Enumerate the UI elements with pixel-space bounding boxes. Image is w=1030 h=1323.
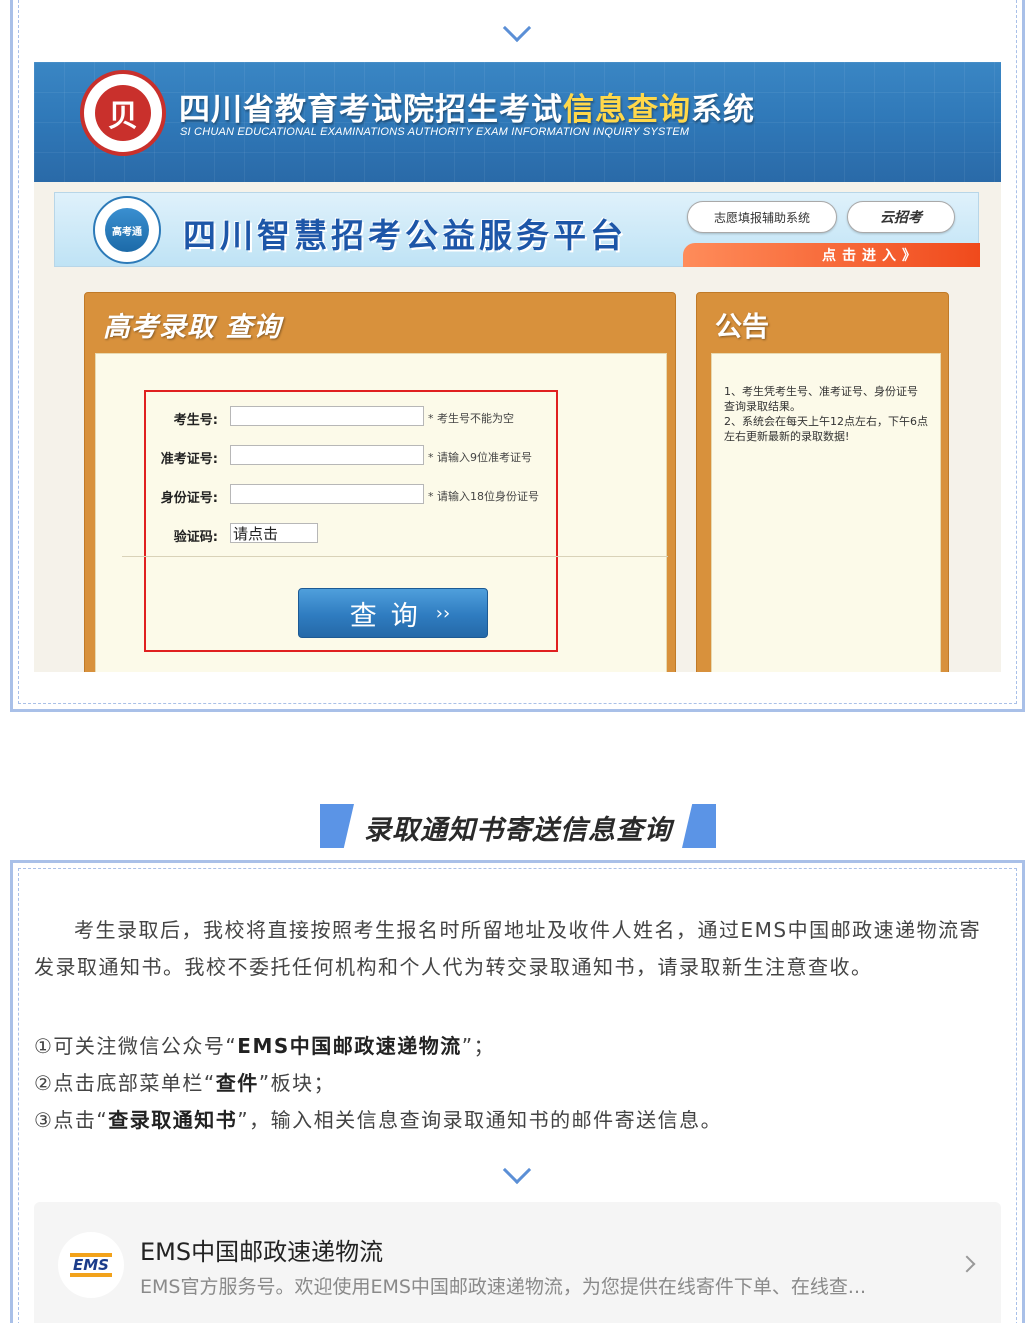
step-2-bold: 查件 xyxy=(215,1071,259,1095)
step-1-bold: EMS中国邮政速递物流 xyxy=(237,1034,462,1058)
form-row-id-number: 身份证号: * 请输入18位身份证号 xyxy=(146,484,556,508)
query-button-label: 查询 xyxy=(349,600,432,632)
account-description: EMS官方服务号。欢迎使用EMS中国邮政速递物流，为您提供在线寄件下单、在线查.… xyxy=(140,1276,867,1298)
admission-ticket-hint: * 请输入9位准考证号 xyxy=(428,451,532,464)
gaokaotong-logo: 高考通 xyxy=(93,196,161,264)
step-2-prefix: ②点击底部菜单栏“ xyxy=(34,1071,216,1095)
site-title-highlight: 信息查询 xyxy=(563,92,691,128)
id-number-label: 身份证号: xyxy=(160,491,218,506)
notice-panel: 公告 1、考生凭考生号、准考证号、身份证号查询录取结果。 2、系统会在每天上午1… xyxy=(696,292,949,672)
step-3: ③点击“查录取通知书”，输入相关信息查询录取通知书的邮件寄送信息。 xyxy=(34,1104,722,1133)
exam-number-hint: * 考生号不能为空 xyxy=(428,412,514,425)
notice-item: 2、系统会在每天上午12点左右，下午6点左右更新最新的录取数据! xyxy=(724,415,928,443)
embedded-screenshot: 贝 四川省教育考试院招生考试信息查询系统 SI CHUAN EDUCATIONA… xyxy=(34,62,1001,672)
admission-ticket-input[interactable] xyxy=(230,445,424,465)
captcha-label: 验证码: xyxy=(173,530,218,545)
query-button[interactable]: 查询 ›› xyxy=(298,588,488,638)
query-panel-title: 高考录取 查询 xyxy=(103,312,282,343)
platform-title: 四川智慧招考公益服务平台 xyxy=(183,216,627,255)
step-1: ①可关注微信公众号“EMS中国邮政速递物流”； xyxy=(34,1030,495,1059)
site-title-prefix: 四川省教育考试院招生考试 xyxy=(179,92,563,128)
step-3-suffix: ”，输入相关信息查询录取通知书的邮件寄送信息。 xyxy=(237,1108,723,1132)
step-3-bold: 查录取通知书 xyxy=(108,1108,238,1132)
id-number-hint: * 请输入18位身份证号 xyxy=(428,490,539,503)
site-title: 四川省教育考试院招生考试信息查询系统 xyxy=(179,84,755,129)
step-1-prefix: ①可关注微信公众号“ xyxy=(34,1034,238,1058)
site-subtitle: SI CHUAN EDUCATIONAL EXAMINATIONS AUTHOR… xyxy=(180,126,690,138)
chevron-right-icon xyxy=(958,1255,976,1273)
step-1-suffix: ”； xyxy=(461,1034,496,1058)
highlight-box: 考生号: * 考生号不能为空 准考证号: * 请输入9位准考证号 身份证号: *… xyxy=(122,390,668,652)
platform-banner[interactable]: 高考通 四川智慧招考公益服务平台 志愿填报辅助系统 云招考 点击进入》 xyxy=(54,192,980,267)
account-name: EMS中国邮政速递物流 xyxy=(140,1238,384,1266)
form-row-captcha: 验证码: 请点击 xyxy=(146,523,556,547)
notice-title: 公告 xyxy=(715,312,769,343)
admission-query-panel: 高考录取 查询 考生号: * 考生号不能为空 准考证号: * 请输入9位准考证号… xyxy=(84,292,676,672)
captcha-field[interactable]: 请点击 xyxy=(230,523,318,543)
section-heading-text: 录取通知书寄送信息查询 xyxy=(364,815,672,846)
step-2: ②点击底部菜单栏“查件”板块； xyxy=(34,1067,335,1096)
double-arrow-icon: ›› xyxy=(435,602,451,624)
yunzhaokao-link[interactable]: 云招考 xyxy=(847,201,955,233)
seal-mark: 贝 xyxy=(95,85,151,141)
article-page: 贝 四川省教育考试院招生考试信息查询系统 SI CHUAN EDUCATIONA… xyxy=(0,0,1030,1323)
volunteer-system-link[interactable]: 志愿填报辅助系统 xyxy=(687,201,837,233)
site-banner: 贝 四川省教育考试院招生考试信息查询系统 SI CHUAN EDUCATIONA… xyxy=(34,62,1001,182)
id-number-input[interactable] xyxy=(230,484,424,504)
enter-button[interactable]: 点击进入》 xyxy=(683,243,980,267)
section-heading: 录取通知书寄送信息查询 xyxy=(320,804,716,848)
ems-logo: EMS xyxy=(58,1232,124,1298)
step-2-suffix: ”板块； xyxy=(258,1071,336,1095)
instructions-paragraph: 考生录取后，我校将直接按照考生报名时所留地址及收件人姓名，通过EMS中国邮政速递… xyxy=(34,912,1000,986)
site-title-suffix: 系统 xyxy=(691,92,755,128)
intro-text: 考生录取后，我校将直接按照考生报名时所留地址及收件人姓名，通过EMS中国邮政速递… xyxy=(34,918,982,979)
authority-seal-logo: 贝 xyxy=(80,70,166,156)
gaokaotong-logo-text: 高考通 xyxy=(105,208,149,252)
notice-item: 1、考生凭考生号、准考证号、身份证号查询录取结果。 xyxy=(724,385,918,413)
query-form-area: 考生号: * 考生号不能为空 准考证号: * 请输入9位准考证号 身份证号: *… xyxy=(95,353,668,672)
exam-number-label: 考生号: xyxy=(173,413,218,428)
official-account-card[interactable]: EMS EMS中国邮政速递物流 EMS官方服务号。欢迎使用EMS中国邮政速递物流… xyxy=(34,1202,1001,1323)
notice-body: 1、考生凭考生号、准考证号、身份证号查询录取结果。 2、系统会在每天上午12点左… xyxy=(711,353,941,672)
step-3-prefix: ③点击“ xyxy=(34,1108,109,1132)
exam-number-input[interactable] xyxy=(230,406,424,426)
admission-ticket-label: 准考证号: xyxy=(160,452,218,467)
ems-logo-text: EMS xyxy=(70,1253,112,1277)
form-row-admission-ticket: 准考证号: * 请输入9位准考证号 xyxy=(146,445,556,469)
form-row-exam-number: 考生号: * 考生号不能为空 xyxy=(146,406,556,430)
form-divider xyxy=(122,556,668,557)
